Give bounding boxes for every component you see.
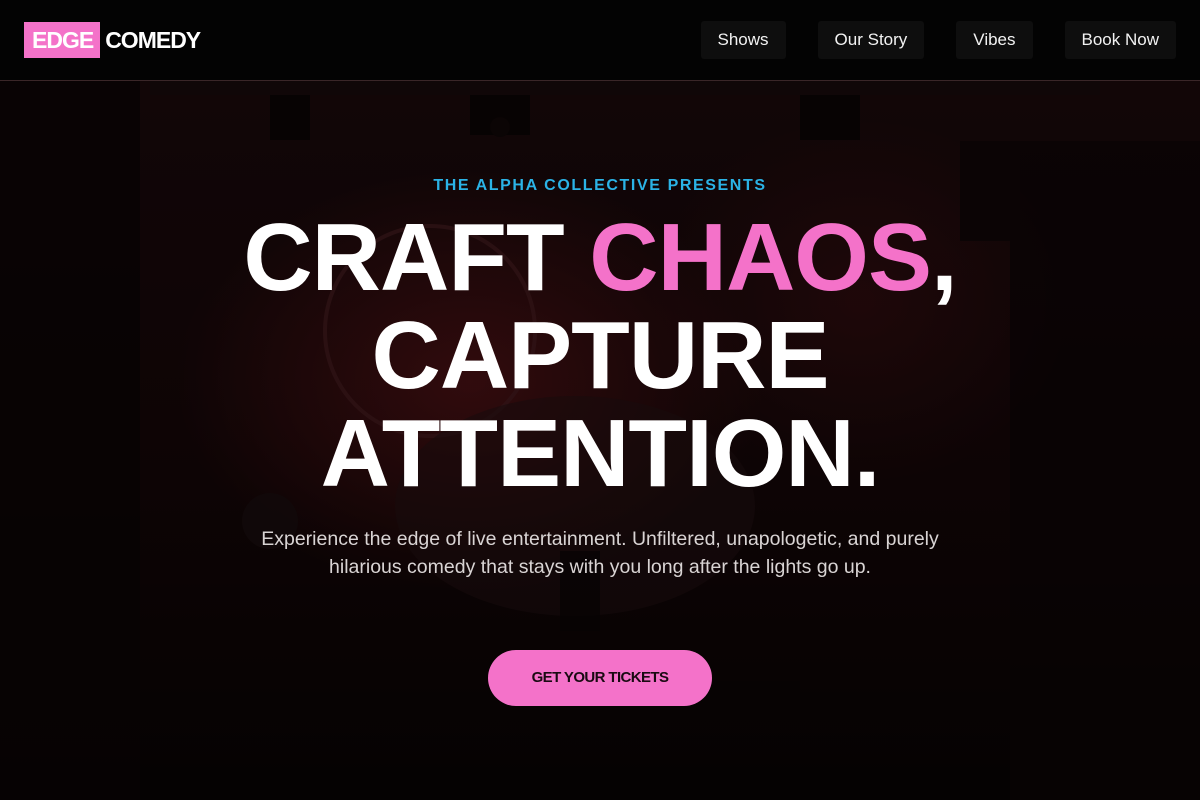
headline-craft: CRAFT: [243, 204, 590, 311]
nav-item-vibes[interactable]: Vibes: [956, 21, 1033, 59]
get-tickets-button[interactable]: GET YOUR TICKETS: [488, 650, 712, 706]
hero-eyebrow: THE ALPHA COLLECTIVE PRESENTS: [433, 177, 767, 194]
headline-line-1: CRAFT CHAOS,: [0, 209, 1200, 307]
headline-line-2: CAPTURE: [371, 302, 829, 409]
headline-chaos: CHAOS: [589, 204, 932, 311]
hero-subtitle: Experience the edge of live entertainmen…: [261, 528, 939, 578]
hero-section: THE ALPHA COLLECTIVE PRESENTS CRAFT CHAO…: [0, 81, 1200, 800]
logo-comedy-text: COMEDY: [105, 27, 201, 53]
nav-item-our-story[interactable]: Our Story: [817, 21, 925, 59]
nav-item-book-now[interactable]: Book Now: [1064, 21, 1176, 59]
hero-content: THE ALPHA COLLECTIVE PRESENTS CRAFT CHAO…: [0, 81, 1200, 800]
headline-comma: ,: [930, 204, 958, 311]
headline-line-3: ATTENTION.: [320, 400, 881, 507]
nav-item-shows[interactable]: Shows: [700, 21, 786, 59]
hero-headline: CRAFT CHAOS, CAPTURE ATTENTION.: [0, 209, 1200, 503]
site-header: EDGE COMEDY Shows Our Story Vibes Book N…: [0, 0, 1200, 81]
brand-logo[interactable]: EDGE COMEDY: [24, 22, 201, 58]
logo-edge-text: EDGE: [24, 22, 101, 58]
main-nav: Shows Our Story Vibes Book Now: [700, 21, 1176, 59]
